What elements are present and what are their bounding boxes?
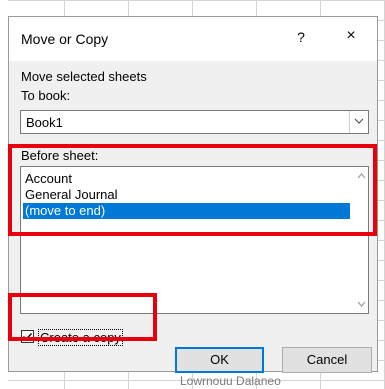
- to-book-label: To book:: [21, 88, 71, 103]
- dialog-title: Move or Copy: [21, 31, 109, 47]
- ok-button[interactable]: OK: [175, 347, 264, 373]
- checkmark-icon: [23, 333, 33, 341]
- list-item-account[interactable]: Account: [23, 171, 350, 187]
- scroll-up-icon[interactable]: [357, 171, 366, 181]
- move-selected-sheets-label: Move selected sheets: [21, 69, 147, 84]
- to-book-select[interactable]: Book1: [20, 110, 369, 134]
- chevron-down-icon[interactable]: [349, 111, 368, 133]
- before-sheet-listbox[interactable]: Account General Journal (move to end): [20, 166, 369, 314]
- background-cell-text: Lowrnouu Dalaneo: [180, 374, 281, 388]
- cancel-button[interactable]: Cancel: [282, 347, 372, 373]
- create-copy-checkbox[interactable]: [21, 330, 34, 343]
- move-or-copy-dialog: Move or Copy ? × Move selected sheets To…: [8, 16, 378, 373]
- scroll-down-icon[interactable]: [357, 299, 366, 309]
- list-item-move-to-end[interactable]: (move to end): [23, 203, 350, 219]
- create-copy-label[interactable]: Create a copy: [38, 329, 123, 346]
- list-item-general-journal[interactable]: General Journal: [23, 187, 350, 203]
- before-sheet-label: Before sheet:: [21, 148, 99, 163]
- close-icon[interactable]: ×: [340, 27, 362, 45]
- to-book-value: Book1: [26, 115, 63, 130]
- spreadsheet-edge: [0, 0, 8, 389]
- dialog-titlebar: Move or Copy ? ×: [9, 17, 377, 61]
- help-button[interactable]: ?: [291, 29, 311, 45]
